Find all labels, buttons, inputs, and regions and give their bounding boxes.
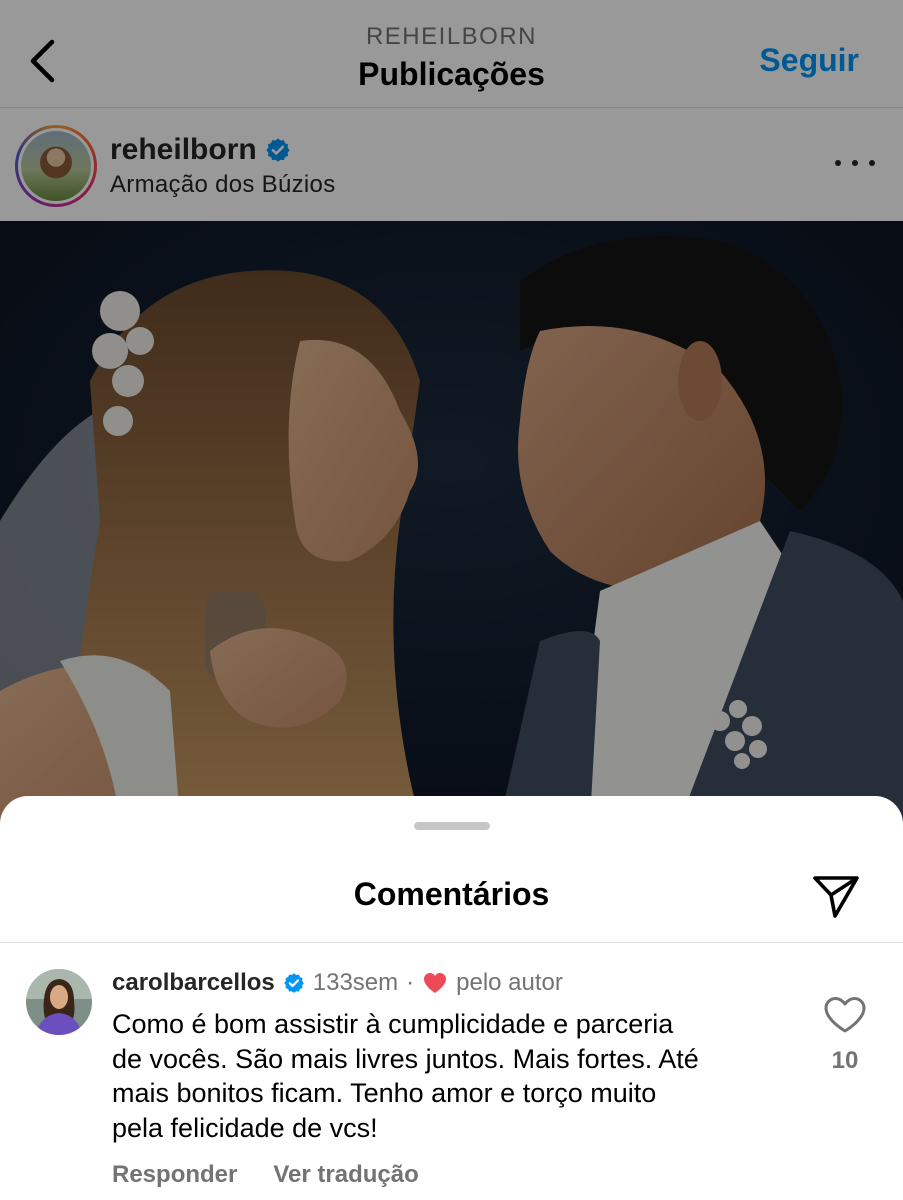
comment-meta: carolbarcellos 133sem · pelo autor bbox=[112, 969, 563, 997]
verified-badge-icon bbox=[283, 973, 304, 993]
comment-actions: Responder Ver tradução bbox=[112, 1161, 419, 1189]
liked-by-author-label: pelo autor bbox=[456, 969, 563, 996]
comment-age: 133sem bbox=[312, 969, 399, 996]
reply-button[interactable]: Responder bbox=[112, 1161, 237, 1189]
comment-like-button[interactable] bbox=[822, 995, 868, 1035]
comment-item: carolbarcellos 133sem · pelo autor Como … bbox=[0, 943, 903, 1200]
avatar bbox=[26, 969, 92, 1035]
heart-filled-icon bbox=[424, 973, 447, 993]
comment-text: Como é bom assistir à cumplicidade e par… bbox=[112, 1009, 699, 1143]
paper-plane-icon bbox=[813, 876, 859, 918]
heart-outline-icon bbox=[824, 997, 866, 1033]
comment-username[interactable]: carolbarcellos bbox=[112, 969, 275, 997]
comments-sheet: Comentários carolbarcellos 133sem · pelo… bbox=[0, 796, 903, 1200]
sheet-drag-handle[interactable] bbox=[414, 822, 490, 830]
comment-like-count: 10 bbox=[831, 1047, 859, 1074]
comments-title: Comentários bbox=[353, 876, 550, 912]
comment-avatar[interactable] bbox=[26, 969, 92, 1035]
share-button[interactable] bbox=[811, 872, 861, 920]
meta-separator: · bbox=[406, 969, 415, 996]
see-translation-button[interactable]: Ver tradução bbox=[273, 1161, 418, 1189]
